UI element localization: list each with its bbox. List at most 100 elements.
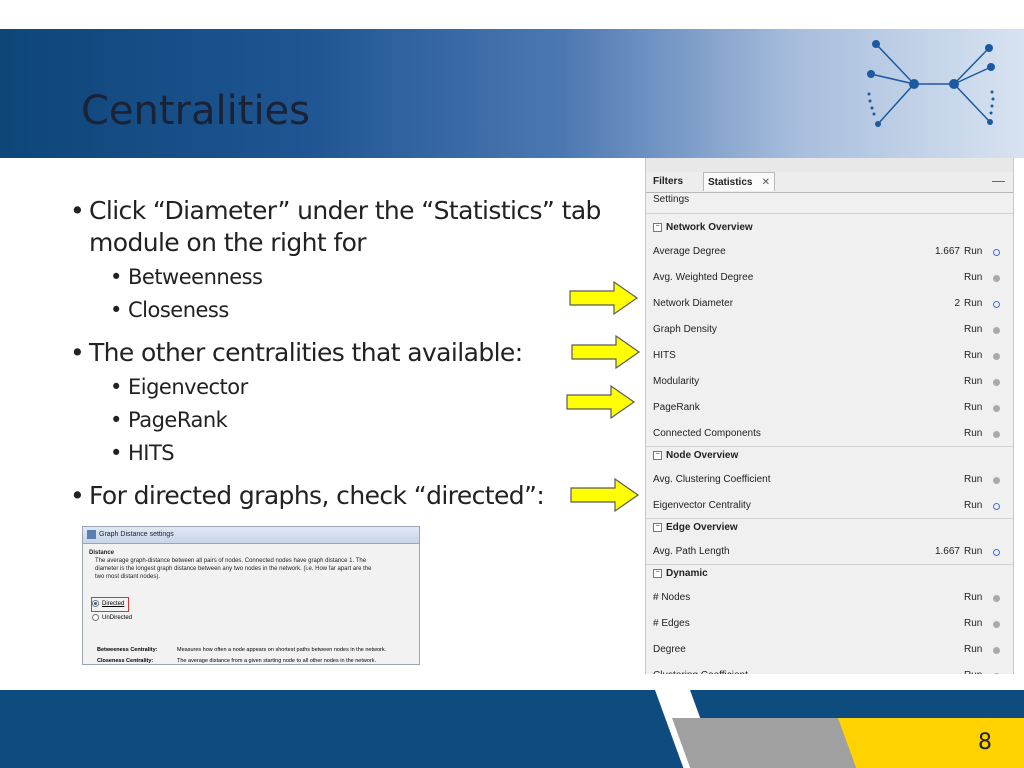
stat-label: Connected Components (653, 428, 761, 439)
distance-desc-line: The average graph-distance between all p… (95, 558, 367, 564)
help-icon[interactable] (993, 503, 1000, 510)
group-header[interactable]: − Edge Overview (653, 522, 738, 533)
divider (646, 564, 1013, 565)
settings-link[interactable]: Settings (653, 194, 689, 205)
bullet-glyph: • (70, 481, 85, 510)
stat-row: Avg. Path Length 1.667 Run (646, 539, 1013, 565)
minimize-icon[interactable]: — (992, 172, 1005, 190)
status-dot-icon (993, 405, 1000, 412)
run-button[interactable]: Run (964, 369, 982, 395)
stat-label: Average Degree (653, 246, 726, 257)
run-button[interactable]: Run (964, 493, 982, 519)
run-button[interactable]: Run (964, 585, 982, 611)
collapse-icon[interactable]: − (653, 222, 662, 232)
bullet-glyph: • (70, 196, 85, 225)
stat-row: Modularity Run (646, 369, 1013, 395)
run-button[interactable]: Run (964, 343, 982, 369)
bullet-glyph: • (110, 441, 122, 465)
run-button[interactable]: Run (964, 239, 982, 265)
arrow-to-eigenvector-icon (570, 477, 640, 513)
collapse-icon[interactable]: − (653, 522, 662, 532)
stat-label: Eigenvector Centrality (653, 500, 751, 511)
app-icon (87, 530, 96, 539)
radio-selected-icon (92, 600, 99, 607)
distance-desc-line: two most distant nodes). (95, 574, 161, 580)
status-dot-icon (993, 275, 1000, 282)
panel-top-strip (646, 158, 1013, 173)
stat-value: 1.667 (934, 246, 960, 257)
stat-label: HITS (653, 350, 676, 361)
group-header[interactable]: − Dynamic (653, 568, 708, 579)
def-text: The average distance from a given starti… (177, 658, 377, 664)
help-icon[interactable] (993, 249, 1000, 256)
run-button[interactable]: Run (964, 637, 982, 663)
run-button[interactable]: Run (964, 421, 982, 447)
run-button[interactable]: Run (964, 467, 982, 493)
divider (646, 446, 1013, 447)
group-title: Edge Overview (666, 522, 738, 533)
directed-radio[interactable]: Directed (92, 600, 124, 607)
status-dot-icon (993, 621, 1000, 628)
collapse-icon[interactable]: − (653, 568, 662, 578)
stat-row: # Nodes Run (646, 585, 1013, 611)
close-tab-icon[interactable]: ✕ (762, 173, 770, 193)
stat-value: 2 (954, 298, 960, 309)
footer-yellow-block (838, 718, 1024, 768)
run-button[interactable]: Run (964, 663, 982, 674)
run-button[interactable]: Run (964, 291, 982, 317)
bullet-glyph: • (70, 338, 85, 367)
stat-label: Clustering Coefficient (653, 663, 748, 674)
stat-label: Modularity (653, 376, 700, 387)
tab-filters[interactable]: Filters (653, 172, 683, 192)
stat-row: Graph Density Run (646, 317, 1013, 343)
def-label: Betweeness Centrality: (97, 647, 158, 653)
run-button[interactable]: Run (964, 611, 982, 637)
bullet-text: HITS (128, 441, 175, 465)
undirected-label: UnDirected (102, 615, 133, 622)
stat-row: HITS Run (646, 343, 1013, 369)
group-header[interactable]: − Network Overview (653, 222, 753, 233)
help-icon[interactable] (993, 301, 1000, 308)
undirected-radio[interactable]: UnDirected (92, 614, 132, 621)
graph-distance-dialog: Graph Distance settings Distance The ave… (82, 526, 420, 665)
dialog-titlebar: Graph Distance settings (83, 527, 419, 544)
help-icon[interactable] (993, 549, 1000, 556)
dialog-title: Graph Distance settings (99, 531, 174, 538)
stat-label: Avg. Weighted Degree (653, 272, 754, 283)
stat-row: Avg. Clustering Coefficient Run (646, 467, 1013, 493)
run-button[interactable]: Run (964, 395, 982, 421)
status-dot-icon (993, 327, 1000, 334)
run-button[interactable]: Run (964, 539, 982, 565)
slide-title: Centralities (81, 88, 311, 134)
stat-label: Avg. Clustering Coefficient (653, 474, 771, 485)
status-dot-icon (993, 647, 1000, 654)
bullet-glyph: • (110, 298, 122, 322)
directed-label: Directed (102, 601, 125, 608)
network-graph-logo-icon (867, 40, 995, 127)
stat-label: Degree (653, 644, 686, 655)
arrow-to-hits-icon (571, 334, 641, 370)
stat-label: # Edges (653, 618, 690, 629)
tab-statistics[interactable]: Statistics ✕ (703, 172, 775, 191)
stat-label: Graph Density (653, 324, 717, 335)
bullet-glyph: • (110, 265, 122, 289)
distance-desc-line: diameter is the longest graph distance b… (95, 566, 372, 572)
bullet-text: The other centralities that available: (89, 338, 523, 367)
def-label: Closeness Centrality: (97, 658, 154, 664)
bullet-glyph: • (110, 408, 122, 432)
stat-label: Network Diameter (653, 298, 734, 309)
bullet-text: Betweenness (128, 265, 263, 289)
status-dot-icon (993, 595, 1000, 602)
arrow-to-pagerank-icon (566, 384, 636, 420)
run-button[interactable]: Run (964, 317, 982, 343)
status-dot-icon (993, 673, 1000, 674)
stat-row: Eigenvector Centrality Run (646, 493, 1013, 519)
run-button[interactable]: Run (964, 265, 982, 291)
stat-label: Avg. Path Length (653, 546, 730, 557)
bullet-text: For directed graphs, check “directed”: (89, 481, 545, 510)
radio-unselected-icon (92, 614, 99, 621)
collapse-icon[interactable]: − (653, 450, 662, 460)
divider (646, 213, 1013, 214)
group-header[interactable]: − Node Overview (653, 450, 738, 461)
stat-value: 1.667 (934, 546, 960, 557)
